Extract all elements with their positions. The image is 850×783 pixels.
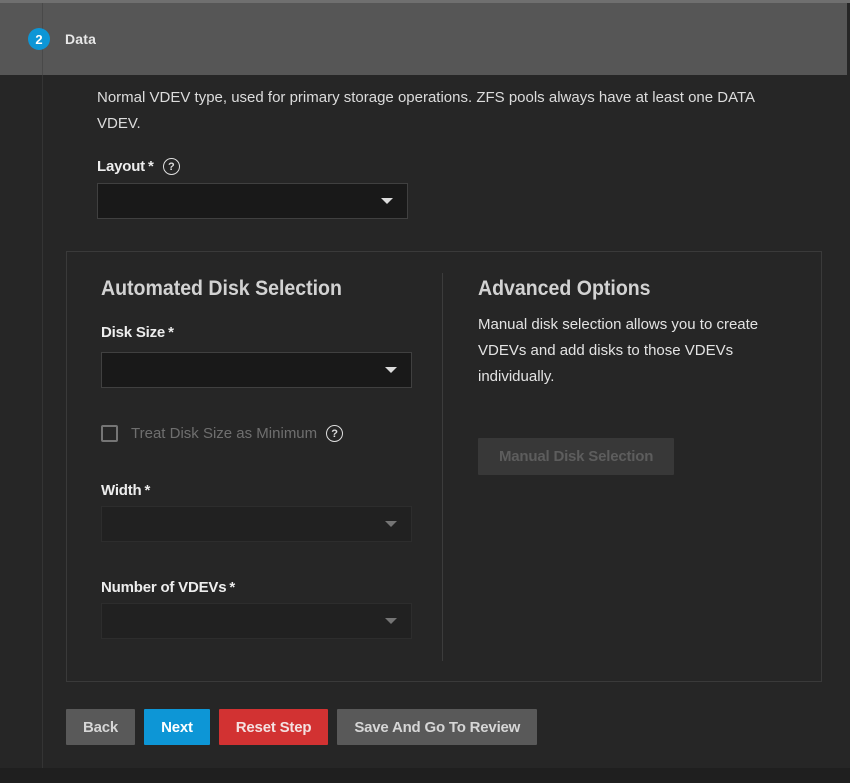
number-of-vdevs-select bbox=[101, 603, 412, 639]
treat-min-label: Treat Disk Size as Minimum bbox=[131, 425, 317, 442]
layout-select[interactable] bbox=[97, 183, 408, 219]
chevron-down-icon bbox=[385, 618, 397, 624]
back-button[interactable]: Back bbox=[66, 709, 135, 745]
layout-field: Layout* ? bbox=[97, 158, 850, 219]
step-content: Normal VDEV type, used for primary stora… bbox=[0, 75, 850, 783]
bottom-divider bbox=[0, 768, 850, 783]
treat-min-checkbox bbox=[101, 425, 118, 442]
automated-section-title: Automated Disk Selection bbox=[101, 276, 418, 301]
treat-min-help-icon[interactable]: ? bbox=[326, 425, 343, 442]
required-marker: * bbox=[168, 324, 174, 341]
step-header-data[interactable]: 2 Data bbox=[0, 3, 847, 75]
required-marker: * bbox=[148, 158, 154, 175]
chevron-down-icon bbox=[381, 198, 393, 204]
reset-step-button[interactable]: Reset Step bbox=[219, 709, 329, 745]
step-title: Data bbox=[65, 31, 96, 47]
advanced-section-title: Advanced Options bbox=[478, 276, 797, 301]
manual-disk-selection-button: Manual Disk Selection bbox=[478, 438, 674, 475]
save-and-go-to-review-button[interactable]: Save And Go To Review bbox=[337, 709, 537, 745]
treat-min-checkbox-row: Treat Disk Size as Minimum ? bbox=[101, 425, 442, 442]
number-of-vdevs-label: Number of VDEVs bbox=[101, 579, 226, 596]
required-marker: * bbox=[229, 579, 235, 596]
advanced-options-section: Advanced Options Manual disk selection a… bbox=[443, 252, 821, 681]
automated-disk-selection-section: Automated Disk Selection Disk Size* Trea… bbox=[67, 252, 442, 681]
required-marker: * bbox=[145, 482, 151, 499]
step-description: Normal VDEV type, used for primary stora… bbox=[97, 85, 769, 137]
step-number-badge: 2 bbox=[28, 28, 50, 50]
layout-help-icon[interactable]: ? bbox=[163, 158, 180, 175]
step-actions: Back Next Reset Step Save And Go To Revi… bbox=[66, 709, 850, 745]
chevron-down-icon bbox=[385, 521, 397, 527]
disk-size-select[interactable] bbox=[101, 352, 412, 388]
layout-label: Layout bbox=[97, 158, 145, 175]
next-button[interactable]: Next bbox=[144, 709, 210, 745]
disk-size-label: Disk Size bbox=[101, 324, 165, 341]
step-number: 2 bbox=[35, 32, 42, 47]
width-select bbox=[101, 506, 412, 542]
disk-selection-panel: Automated Disk Selection Disk Size* Trea… bbox=[66, 251, 822, 682]
chevron-down-icon bbox=[385, 367, 397, 373]
advanced-description: Manual disk selection allows you to crea… bbox=[478, 312, 800, 390]
width-label: Width bbox=[101, 482, 142, 499]
